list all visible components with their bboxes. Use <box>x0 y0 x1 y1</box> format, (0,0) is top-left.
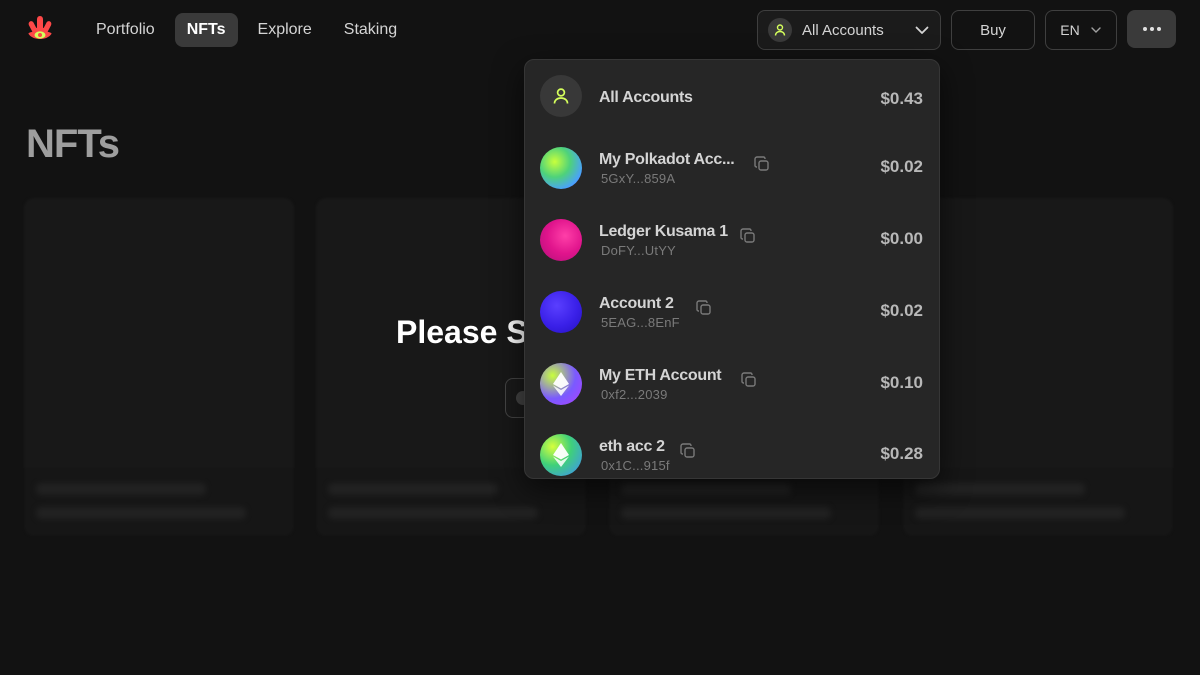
language-selector[interactable]: EN <box>1045 10 1117 50</box>
account-address: 0xf2...2039 <box>601 387 668 402</box>
account-balance: $0.00 <box>880 229 923 248</box>
nft-card-placeholder <box>903 198 1173 536</box>
nav-staking[interactable]: Staking <box>332 13 409 47</box>
account-avatar <box>540 219 582 261</box>
nav-portfolio[interactable]: Portfolio <box>84 13 167 47</box>
buy-button[interactable]: Buy <box>951 10 1035 50</box>
chevron-down-icon <box>915 26 929 34</box>
account-row-polkadot[interactable]: My Polkadot Acc... 5GxY...859A $0.02 <box>525 135 939 201</box>
account-row-ledger-kusama[interactable]: Ledger Kusama 1 DoFY...UtYY $0.00 <box>525 207 939 273</box>
account-name: Ledger Kusama 1 <box>599 223 728 240</box>
account-balance: $0.28 <box>880 444 923 463</box>
copy-icon[interactable] <box>753 155 771 173</box>
copy-icon[interactable] <box>695 299 713 317</box>
more-horizontal-icon <box>1142 27 1161 31</box>
account-balance: $0.02 <box>880 157 923 176</box>
account-name: My Polkadot Acc... <box>599 151 735 168</box>
user-icon <box>768 18 792 42</box>
main-nav: Portfolio NFTs Explore Staking <box>84 13 409 47</box>
account-avatar <box>540 291 582 333</box>
account-name: All Accounts <box>599 89 693 106</box>
user-icon <box>540 75 582 117</box>
chevron-down-icon <box>1091 27 1101 33</box>
account-row-my-eth-account[interactable]: My ETH Account 0xf2...2039 $0.10 <box>525 351 939 417</box>
nft-card-placeholder <box>24 198 294 536</box>
talisman-logo-icon[interactable] <box>22 13 58 49</box>
copy-icon[interactable] <box>739 227 757 245</box>
account-balance: $0.43 <box>880 89 923 108</box>
account-name: eth acc 2 <box>599 438 665 455</box>
ethereum-icon <box>540 434 582 476</box>
account-selector-label: All Accounts <box>802 21 884 39</box>
copy-icon[interactable] <box>740 371 758 389</box>
account-avatar <box>540 147 582 189</box>
copy-icon[interactable] <box>679 442 697 460</box>
account-address: 0x1C...915f <box>601 458 670 473</box>
account-balance: $0.02 <box>880 301 923 320</box>
account-selector-button[interactable]: All Accounts <box>757 10 941 50</box>
account-row-account-2[interactable]: Account 2 5EAG...8EnF $0.02 <box>525 279 939 345</box>
account-balance: $0.10 <box>880 373 923 392</box>
nav-nfts[interactable]: NFTs <box>174 13 238 47</box>
language-label: EN <box>1060 22 1080 38</box>
account-name: Account 2 <box>599 295 674 312</box>
page-title: NFTs <box>26 122 120 166</box>
account-row-eth-acc-2[interactable]: eth acc 2 0x1C...915f $0.28 <box>525 422 939 478</box>
ethereum-icon <box>540 363 582 405</box>
account-name: My ETH Account <box>599 367 722 384</box>
account-address: 5GxY...859A <box>601 171 676 186</box>
account-address: DoFY...UtYY <box>601 243 676 258</box>
account-dropdown: All Accounts $0.43 My Polkadot Acc... 5G… <box>524 59 940 479</box>
top-header: Portfolio NFTs Explore Staking All Accou… <box>0 0 1200 60</box>
nav-explore[interactable]: Explore <box>246 13 324 47</box>
empty-state-message: Please S <box>396 314 528 350</box>
account-row-all-accounts[interactable]: All Accounts $0.43 <box>525 63 939 129</box>
more-options-button[interactable] <box>1127 10 1176 48</box>
account-address: 5EAG...8EnF <box>601 315 680 330</box>
